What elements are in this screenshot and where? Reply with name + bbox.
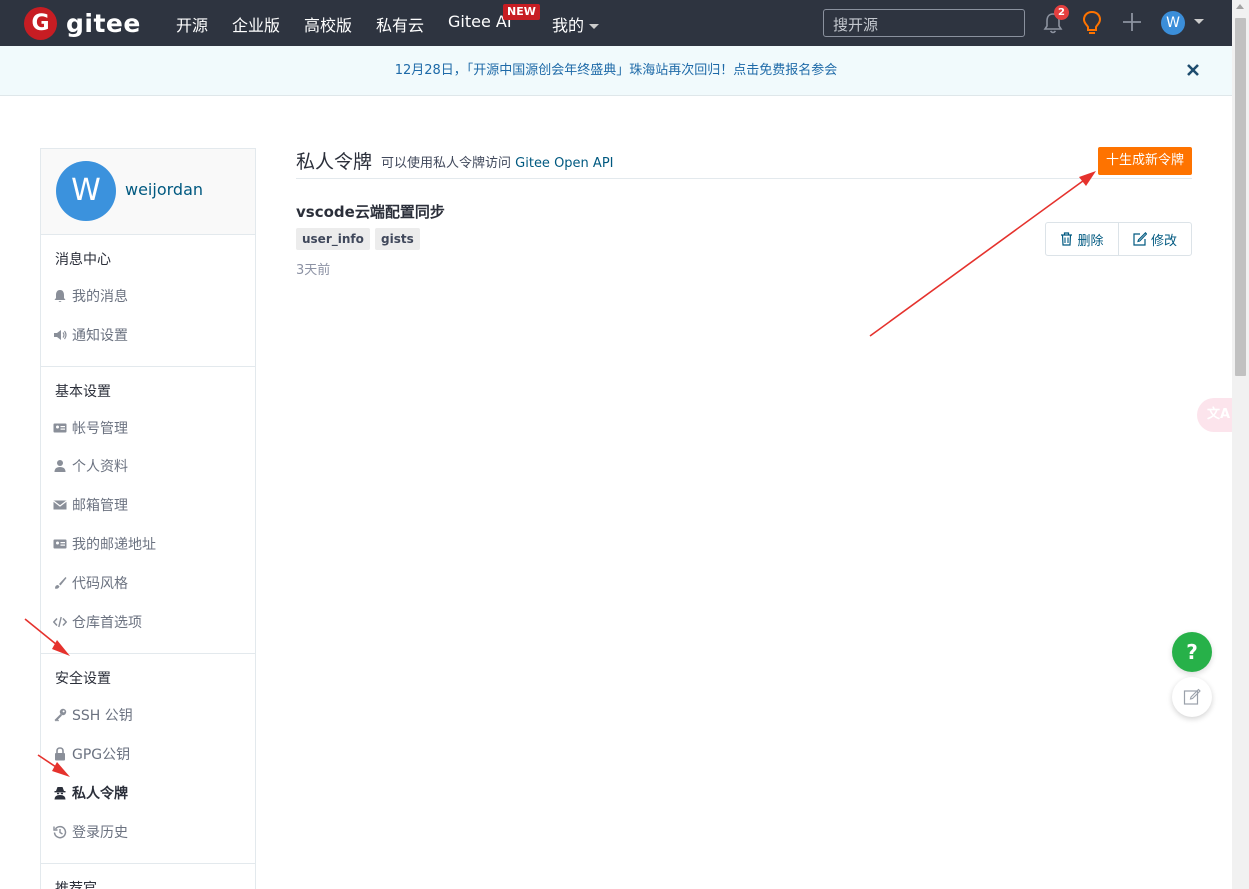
key-icon: [54, 708, 67, 722]
delete-label: 删除: [1077, 233, 1104, 249]
group-title-basic: 基本设置: [55, 384, 111, 400]
help-button[interactable]: ?: [1172, 632, 1212, 672]
sidebar-item-label: 邮箱管理: [72, 498, 128, 514]
notification-count-badge: 2: [1054, 5, 1069, 20]
lightbulb-icon[interactable]: [1081, 10, 1103, 36]
sidebar-item-label: 帐号管理: [72, 421, 128, 437]
divider: [296, 178, 1192, 179]
nav-private-cloud[interactable]: 私有云: [376, 12, 424, 36]
sidebar-item-my-messages[interactable]: 我的消息: [53, 286, 128, 306]
sidebar-item-mailing-address[interactable]: 我的邮递地址: [53, 534, 156, 554]
edit-token-button[interactable]: 修改: [1118, 223, 1191, 255]
search-input[interactable]: 搜开源: [823, 9, 1025, 37]
sidebar-item-label: 登录历史: [72, 825, 128, 841]
history-icon: [53, 825, 67, 839]
banner-text[interactable]: 12月28日，「开源中国源创会年终盛典」珠海站再次回归！点击免费报名参会: [395, 63, 838, 78]
sidebar-item-gpg-keys[interactable]: GPG公钥: [53, 744, 130, 764]
trash-icon: [1061, 232, 1073, 246]
open-api-link[interactable]: Gitee Open API: [515, 156, 613, 171]
scroll-up-arrow[interactable]: [1236, 4, 1244, 9]
token-created-time: 3天前: [296, 263, 331, 278]
gitee-logo-mark: G: [24, 7, 57, 40]
scope-tag: user_info: [296, 228, 370, 250]
gitee-logo-text: gitee: [66, 9, 141, 38]
user-icon: [54, 460, 66, 472]
settings-sidebar: W weijordan 消息中心 我的消息 通知设置 基本设置 帐号管理 个人资…: [40, 148, 256, 889]
page-subtitle: 可以使用私人令牌访问 Gitee Open API: [381, 152, 614, 171]
token-name: vscode云端配置同步: [296, 203, 445, 221]
nav-open-source[interactable]: 开源: [176, 12, 208, 36]
profile-card: W weijordan: [41, 149, 255, 235]
sidebar-item-label: 我的邮递地址: [72, 537, 156, 553]
gitee-logo[interactable]: G gitee: [24, 7, 141, 40]
user-secret-icon: [54, 787, 66, 800]
group-title-referral: 推荐官: [55, 881, 97, 889]
chevron-down-icon[interactable]: [1194, 19, 1204, 24]
sidebar-item-account[interactable]: 帐号管理: [53, 418, 128, 438]
edit-icon: [1133, 232, 1147, 246]
avatar[interactable]: W: [56, 161, 116, 221]
brush-icon: [55, 577, 67, 589]
new-badge: NEW: [503, 4, 540, 20]
sidebar-item-private-tokens[interactable]: 私人令牌: [53, 783, 128, 803]
nav-mine-dropdown[interactable]: 我的: [552, 12, 600, 36]
username[interactable]: weijordan: [125, 180, 203, 199]
chevron-down-icon: [589, 24, 600, 29]
sidebar-item-label: 个人资料: [72, 459, 128, 475]
sidebar-item-repo-preferences[interactable]: 仓库首选项: [53, 612, 142, 632]
address-card-icon: [53, 539, 67, 549]
feedback-edit-icon: [1183, 688, 1201, 705]
sidebar-item-label: SSH 公钥: [72, 708, 133, 724]
announcement-banner[interactable]: 12月28日，「开源中国源创会年终盛典」珠海站再次回归！点击免费报名参会: [0, 46, 1232, 96]
id-card-icon: [53, 423, 67, 433]
sidebar-item-code-style[interactable]: 代码风格: [53, 573, 128, 593]
code-icon: [53, 616, 67, 628]
plus-icon[interactable]: [1121, 11, 1143, 33]
page-title: 私人令牌: [296, 151, 373, 173]
scope-tag: gists: [375, 228, 420, 250]
nav-education[interactable]: 高校版: [304, 12, 352, 36]
scrollbar-thumb[interactable]: [1235, 18, 1246, 376]
feedback-button[interactable]: [1172, 677, 1212, 717]
nav-mine-label: 我的: [552, 16, 585, 35]
volume-icon: [54, 330, 67, 340]
group-title-messages: 消息中心: [55, 252, 111, 268]
sidebar-item-notification-settings[interactable]: 通知设置: [53, 325, 128, 345]
divider: [41, 863, 255, 864]
page-subtitle-text: 可以使用私人令牌访问: [381, 156, 512, 171]
sidebar-item-label: 通知设置: [72, 328, 128, 344]
nav-enterprise[interactable]: 企业版: [232, 12, 280, 36]
envelope-icon: [53, 500, 67, 510]
sidebar-item-label: 我的消息: [72, 289, 128, 305]
sidebar-item-label: 代码风格: [72, 576, 128, 592]
lock-icon: [55, 747, 65, 761]
sidebar-item-email[interactable]: 邮箱管理: [53, 495, 128, 515]
generate-token-button[interactable]: 十生成新令牌: [1098, 147, 1192, 175]
translate-button[interactable]: 文A: [1197, 398, 1232, 432]
close-icon[interactable]: [1186, 63, 1200, 77]
sidebar-item-profile[interactable]: 个人资料: [53, 456, 128, 476]
delete-token-button[interactable]: 删除: [1046, 223, 1118, 255]
divider: [41, 653, 255, 654]
group-title-security: 安全设置: [55, 671, 111, 687]
divider: [41, 366, 255, 367]
sidebar-item-label: 仓库首选项: [72, 615, 142, 631]
user-avatar[interactable]: W: [1161, 11, 1185, 35]
sidebar-item-login-history[interactable]: 登录历史: [53, 822, 128, 842]
edit-label: 修改: [1150, 233, 1177, 249]
token-actions: 删除 修改: [1045, 222, 1192, 256]
bell-icon: [54, 290, 66, 302]
sidebar-item-label: 私人令牌: [72, 786, 128, 802]
sidebar-item-ssh-keys[interactable]: SSH 公钥: [53, 705, 133, 725]
sidebar-item-label: GPG公钥: [72, 747, 131, 763]
